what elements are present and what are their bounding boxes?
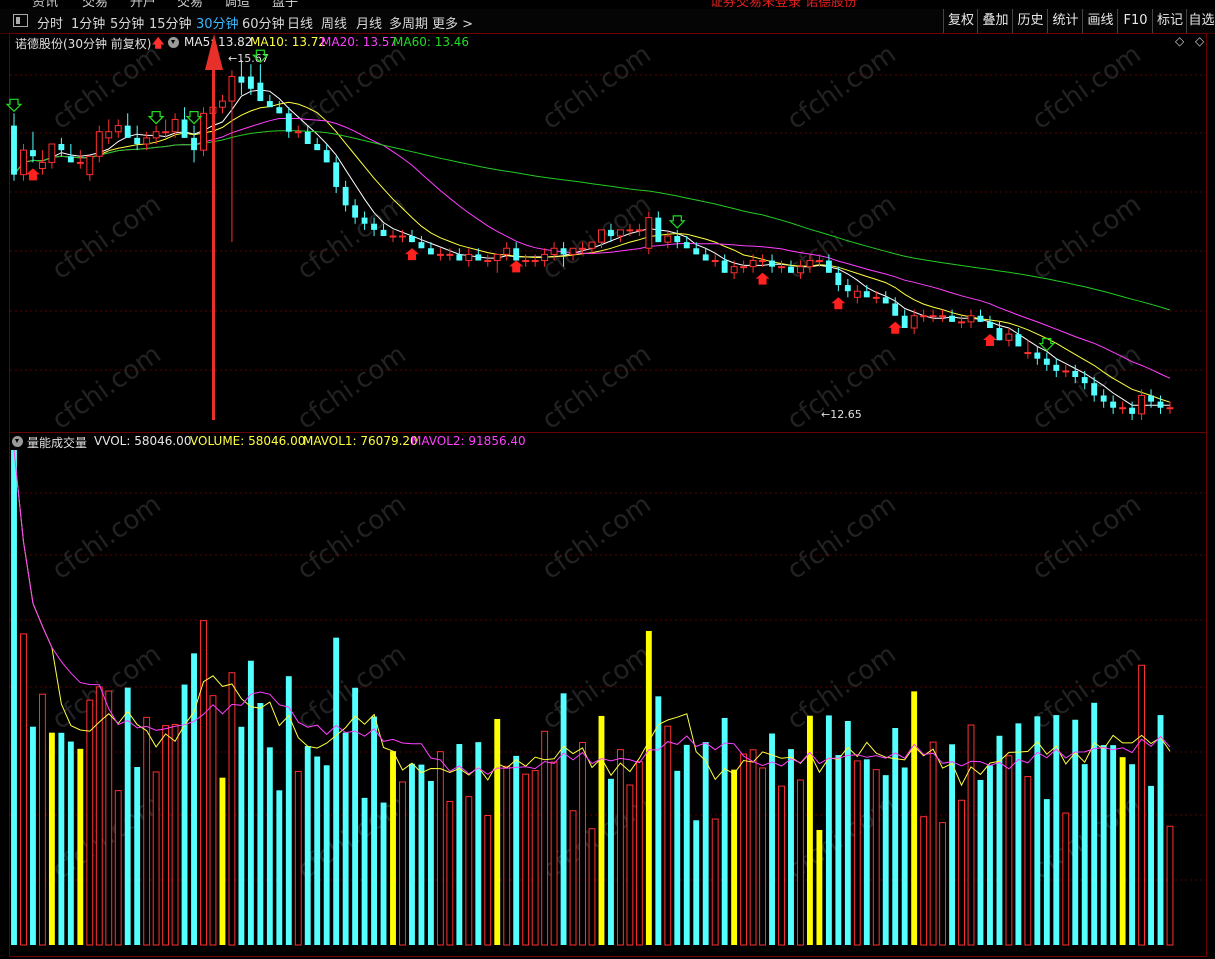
timeframe-tab[interactable]: 周线	[321, 13, 347, 32]
volume-pane-title: 量能成交量	[27, 436, 88, 450]
timeframe-tab[interactable]: 更多 >	[432, 13, 473, 32]
mavol1-value: MAVOL1: 76079.20	[303, 434, 418, 448]
timeframe-tab[interactable]: 多周期	[389, 13, 428, 32]
timeframe-tab[interactable]: 5分钟	[110, 13, 144, 32]
volume-pane	[9, 432, 1207, 957]
toolbar-button[interactable]: 叠加	[977, 9, 1013, 33]
toolbar-button[interactable]: 统计	[1047, 9, 1083, 33]
price-pane-title: 诺德股份(30分钟 前复权)	[15, 37, 152, 51]
ma10-value: MA10: 13.72	[250, 35, 327, 49]
volume-dropdown-icon[interactable]	[12, 436, 23, 447]
timeframe-tab[interactable]: 15分钟	[149, 13, 192, 32]
top-menu-item[interactable]: 调造	[224, 0, 250, 9]
timeframe-tab[interactable]: 分时	[37, 13, 63, 32]
volume-value: VOLUME: 58046.00	[190, 434, 306, 448]
top-menu-item[interactable]: 开户	[130, 0, 156, 9]
diamond-icon[interactable]: ◇	[1175, 34, 1184, 48]
ma60-value: MA60: 13.46	[393, 35, 470, 49]
top-menu-strip: 资讯 交易 开户 交易 调造 盘子 证券交易未登录 诺德股份	[0, 0, 1215, 9]
diamond-icon-2[interactable]: ◇	[1195, 34, 1204, 48]
price-pane	[9, 33, 1207, 433]
toolbar-button[interactable]: F10	[1117, 9, 1153, 33]
top-menu-item[interactable]: 盘子	[272, 0, 298, 9]
timeframe-tab[interactable]: 30分钟	[196, 13, 239, 32]
toolbar-button[interactable]: 自选	[1186, 9, 1215, 33]
vvol-value: VVOL: 58046.00	[94, 434, 192, 448]
timeframe-tab[interactable]: 日线	[287, 13, 313, 32]
settings-dropdown-icon[interactable]	[168, 37, 179, 48]
top-menu-item[interactable]: 交易	[82, 0, 108, 9]
login-notice: 证券交易未登录 诺德股份	[710, 0, 858, 9]
top-menu-item[interactable]: 资讯	[32, 0, 58, 9]
ma5-value: MA5: 13.82	[184, 35, 253, 49]
top-menu-item[interactable]: 交易	[177, 0, 203, 9]
panel-toggle-icon[interactable]	[13, 14, 28, 27]
up-arrow-icon: 🡅	[152, 36, 165, 50]
toolbar-button[interactable]: 复权	[943, 9, 978, 33]
mavol2-value: MAVOL2: 91856.40	[411, 434, 526, 448]
ma20-value: MA20: 13.57	[321, 35, 398, 49]
toolbar-button[interactable]: 标记	[1152, 9, 1187, 33]
timeframe-tab[interactable]: 1分钟	[71, 13, 105, 32]
timeframe-tab[interactable]: 60分钟	[242, 13, 285, 32]
timeframe-tab[interactable]: 月线	[356, 13, 382, 32]
period-toolbar: 分时 1分钟 5分钟 15分钟 30分钟 60分钟 日线 周线 月线 多周期 更多 > 复权 叠加 历史…	[0, 9, 1215, 34]
toolbar-button[interactable]: 历史	[1012, 9, 1048, 33]
toolbar-button[interactable]: 画线	[1082, 9, 1118, 33]
